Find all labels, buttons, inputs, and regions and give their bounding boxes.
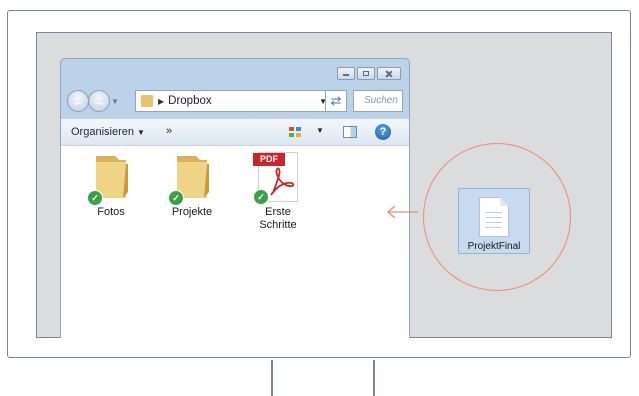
sync-check-icon: ✓ bbox=[253, 189, 269, 205]
pdf-item-erste-schritte[interactable]: PDF ✓ Erste Schritte bbox=[243, 152, 313, 232]
organize-menu[interactable]: Organisieren ▼ bbox=[71, 126, 145, 138]
pdf-file-icon: PDF ✓ bbox=[253, 152, 298, 205]
folder-icon bbox=[141, 95, 153, 107]
monitor-stand bbox=[271, 360, 375, 396]
breadcrumb-arrow-icon[interactable]: ▶ bbox=[158, 97, 164, 106]
folder-icon: ✓ bbox=[87, 152, 129, 206]
item-label: Fotos bbox=[97, 206, 125, 218]
change-view-icon[interactable] bbox=[289, 127, 302, 138]
close-button[interactable] bbox=[377, 67, 401, 80]
folder-icon: ✓ bbox=[168, 152, 210, 206]
preview-pane-icon[interactable] bbox=[343, 126, 357, 138]
forward-button[interactable]: → bbox=[88, 90, 110, 112]
help-icon[interactable]: ? bbox=[375, 124, 391, 140]
document-icon bbox=[479, 197, 509, 237]
minimize-button[interactable] bbox=[337, 67, 355, 80]
refresh-button[interactable]: ⇄ bbox=[325, 90, 347, 112]
sync-check-icon: ✓ bbox=[87, 190, 103, 206]
explorer-window: ← → ▼ ▶ Dropbox ▼ ⇄ Suchen Organisieren … bbox=[60, 58, 410, 339]
address-bar[interactable]: ▶ Dropbox ▼ bbox=[135, 90, 333, 112]
search-input[interactable]: Suchen bbox=[353, 90, 403, 112]
item-label: Projekte bbox=[171, 206, 213, 218]
drag-arrow-icon bbox=[387, 205, 418, 219]
view-dropdown-icon[interactable]: ▼ bbox=[316, 126, 324, 135]
organize-label: Organisieren bbox=[71, 126, 134, 138]
sync-check-icon: ✓ bbox=[168, 190, 184, 206]
history-dropdown-icon[interactable]: ▼ bbox=[111, 97, 119, 106]
window-controls bbox=[337, 67, 401, 80]
maximize-button[interactable] bbox=[357, 67, 375, 80]
file-label: ProjektFinal bbox=[467, 241, 521, 252]
address-current-folder[interactable]: Dropbox bbox=[168, 95, 211, 107]
back-button[interactable]: ← bbox=[67, 90, 89, 112]
more-commands-button[interactable]: » bbox=[166, 125, 172, 137]
dragged-file-projektfinal[interactable]: ProjektFinal bbox=[458, 188, 530, 254]
item-label: Erste Schritte bbox=[259, 206, 297, 231]
command-bar: Organisieren ▼ » ▼ ? bbox=[61, 118, 409, 146]
file-list: ✓ Fotos ✓ Projekte PDF ✓ Erste Schritte bbox=[61, 146, 409, 339]
folder-item-fotos[interactable]: ✓ Fotos bbox=[76, 152, 146, 219]
folder-item-projekte[interactable]: ✓ Projekte bbox=[157, 152, 227, 219]
